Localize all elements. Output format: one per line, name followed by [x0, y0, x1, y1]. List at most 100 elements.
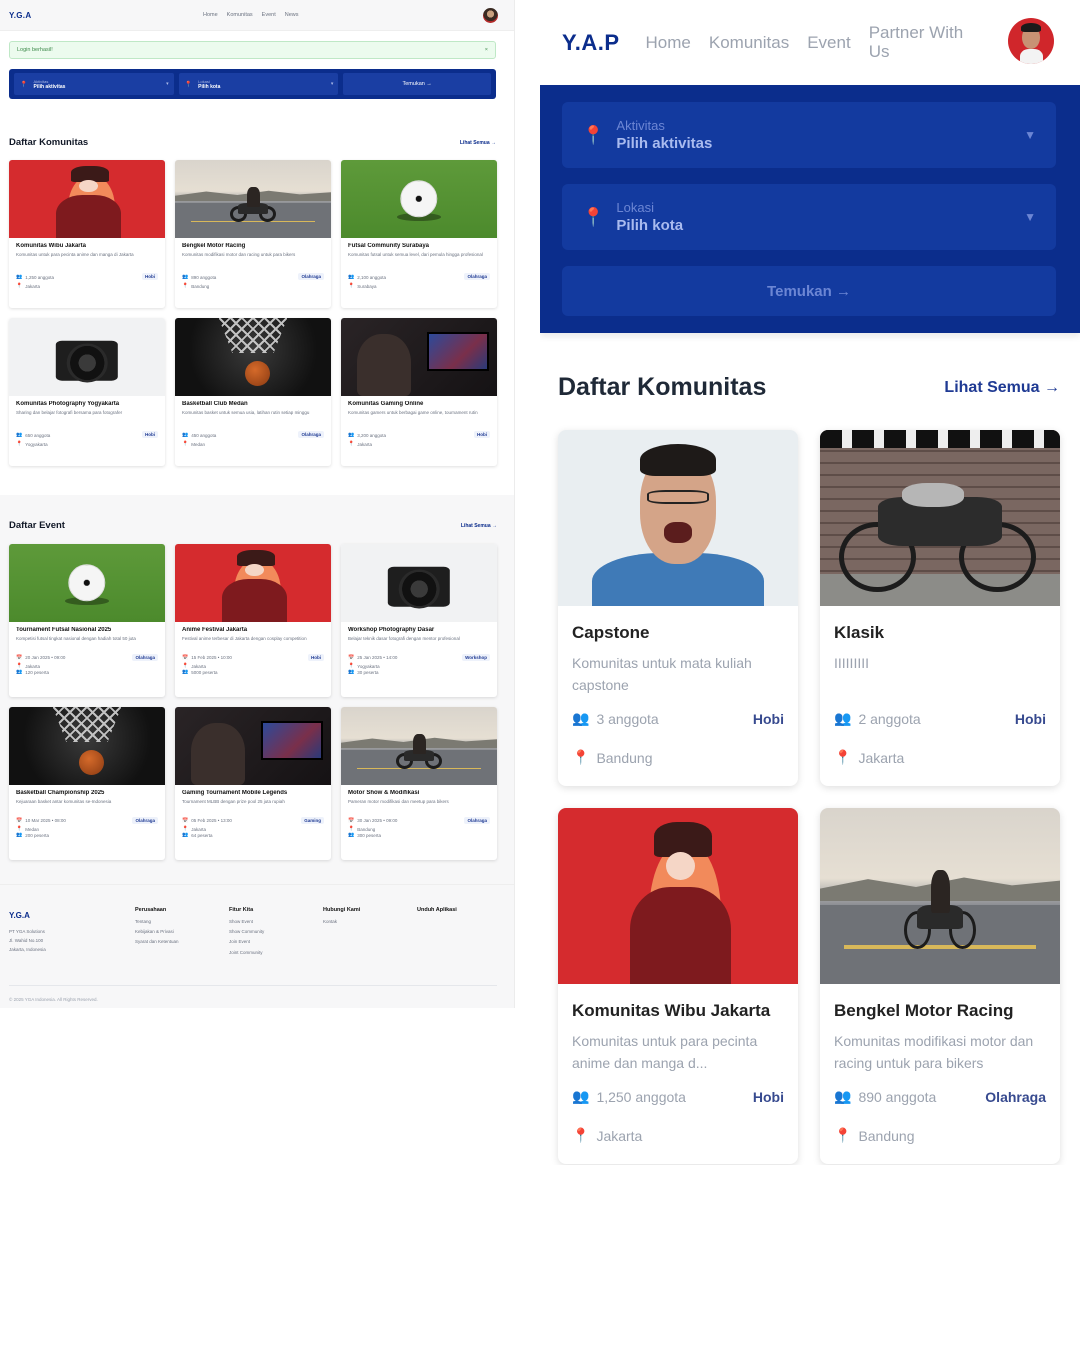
card-image: [175, 318, 331, 396]
event-card[interactable]: Anime Festival Jakarta Festival anime te…: [175, 544, 331, 697]
footer-link[interactable]: Syarat dan Ketentuan: [135, 937, 229, 947]
community-card[interactable]: Basketball Club Medan Komunitas basket u…: [175, 318, 331, 466]
footer-link[interactable]: Kebijakan & Privasi: [135, 927, 229, 937]
community-card[interactable]: Bengkel Motor Racing Komunitas modifikas…: [175, 160, 331, 308]
komunitas-grid: Komunitas Wibu Jakarta Komunitas untuk p…: [0, 160, 514, 466]
address-line: PT YGA Solutions: [9, 929, 45, 935]
activity-select[interactable]: 📍 Aktivitas Pilih aktivitas ▼: [562, 102, 1056, 168]
activity-value: Pilih aktivitas: [616, 135, 713, 152]
community-card[interactable]: Komunitas Photography Yogyakarta Sharing…: [9, 318, 165, 466]
event-date: 30 Jan 2025 • 09:00: [357, 818, 398, 823]
card-location: Surabaya: [357, 283, 377, 289]
navbar: Y.A.P Home Komunitas Event Partner With …: [540, 0, 1080, 85]
section-title: Daftar Event: [9, 520, 65, 531]
location-select[interactable]: 📍 Lokasi Pilih kota ▼: [562, 184, 1056, 250]
card-location: Bandung: [357, 826, 376, 832]
card-image: [175, 544, 331, 622]
card-image: [175, 707, 331, 785]
logo[interactable]: Y.G.A: [9, 11, 31, 20]
close-icon[interactable]: ×: [485, 47, 488, 53]
event-card[interactable]: Basketball Championship 2025 Kejuaraan b…: [9, 707, 165, 860]
event-card[interactable]: Motor Show & Modifikasi Pameran motor mo…: [341, 707, 497, 860]
card-description: Komunitas untuk mata kuliah capstone: [572, 655, 752, 694]
nav-partner[interactable]: Partner With Us: [869, 23, 969, 61]
footer-link[interactable]: Joint Community: [229, 948, 323, 958]
nav-home[interactable]: Home: [203, 12, 218, 18]
pin-icon: 📍: [182, 441, 189, 447]
avatar[interactable]: [483, 8, 498, 23]
community-card[interactable]: Klasik IIIIIIIII 👥 2 anggota Hobi 📍 Jakart…: [820, 430, 1060, 786]
card-title: Anime Festival Jakarta: [182, 627, 248, 633]
location-select[interactable]: 📍 Lokasi Pilih kota ▾: [178, 73, 339, 95]
card-title: Basketball Championship 2025: [16, 790, 105, 796]
nav-komunitas[interactable]: Komunitas: [709, 33, 789, 53]
members-icon: 👥: [348, 274, 355, 280]
address-line: Jl. Wahid No.100: [9, 938, 44, 944]
category-badge: Olahraga: [132, 817, 158, 824]
card-location: Jakarta: [357, 441, 372, 447]
community-card[interactable]: Komunitas Wibu Jakarta Komunitas untuk p…: [558, 808, 798, 1164]
find-button[interactable]: Temukan →: [562, 266, 1056, 316]
card-description: Pameran motor modifikasi dan meetup para…: [348, 799, 449, 804]
community-card[interactable]: Komunitas Wibu Jakarta Komunitas untuk p…: [9, 160, 165, 308]
calendar-icon: 📅: [16, 654, 23, 661]
find-button[interactable]: Temukan →: [343, 73, 492, 95]
logo[interactable]: Y.A.P: [562, 30, 620, 56]
footer-brand: Y.G.A PT YGA Solutions Jl. Wahid No.100 …: [9, 907, 135, 958]
member-count: 890 anggota: [191, 274, 217, 280]
footer-link[interactable]: Join Event: [229, 937, 323, 947]
category-badge: Olahraga: [132, 654, 158, 661]
card-description: Komunitas basket untuk semua usia, latih…: [182, 410, 310, 415]
footer-link[interactable]: Show Community: [229, 927, 323, 937]
nav-event[interactable]: Event: [807, 33, 850, 53]
success-alert: Login berhasil! ×: [9, 41, 496, 59]
card-description: Komunitas modifikasi motor dan racing un…: [182, 252, 296, 257]
card-description: Sharing dan belajar fotografi bersama pa…: [16, 410, 123, 415]
activity-select[interactable]: 📍 Aktivitas Pilih aktivitas ▾: [14, 73, 174, 95]
see-all-link[interactable]: Lihat Semua →: [461, 523, 497, 529]
nav-event[interactable]: Event: [262, 12, 276, 18]
chevron-down-icon: ▾: [330, 81, 334, 87]
event-card[interactable]: Workshop Photography Dasar Belajar tekni…: [341, 544, 497, 697]
pin-icon: 📍: [572, 1127, 590, 1144]
footer-column-title: Fitur Kita: [229, 907, 254, 913]
pin-icon: 📍: [184, 81, 193, 88]
footer-link[interactable]: Kontak: [323, 917, 417, 927]
nav-news[interactable]: News: [285, 12, 299, 18]
card-image: [820, 430, 1060, 606]
community-card[interactable]: Bengkel Motor Racing Komunitas modifikas…: [820, 808, 1060, 1164]
category-badge: Olahraga: [298, 430, 324, 438]
pin-icon: 📍: [582, 206, 605, 227]
nav-komunitas[interactable]: Komunitas: [227, 12, 253, 18]
community-card[interactable]: Capstone Komunitas untuk mata kuliah cap…: [558, 430, 798, 786]
card-description: IIIIIIIII: [834, 655, 870, 672]
see-all-link[interactable]: Lihat Semua →: [944, 379, 1060, 397]
card-description: Komunitas untuk para pecinta anime dan m…: [572, 1033, 758, 1072]
pin-icon: 📍: [834, 749, 852, 766]
event-card[interactable]: Gaming Tournament Mobile Legends Tournam…: [175, 707, 331, 860]
category-badge: Olahraga: [464, 817, 490, 824]
card-image: [558, 808, 798, 984]
card-location: Jakarta: [25, 283, 40, 289]
avatar[interactable]: [1008, 18, 1054, 64]
footer-link[interactable]: Tentang: [135, 917, 229, 927]
footer-link[interactable]: Show Event: [229, 917, 323, 927]
participants-icon: 👥: [16, 832, 23, 838]
footer-logo: Y.G.A: [9, 911, 30, 920]
see-all-link[interactable]: Lihat Semua →: [460, 140, 496, 146]
card-location: Bandung: [858, 1127, 915, 1144]
nav-home[interactable]: Home: [646, 33, 691, 53]
chevron-down-icon: ▼: [1024, 210, 1036, 224]
community-card[interactable]: Futsal Community Surabaya Komunitas futs…: [341, 160, 497, 308]
card-location: Yogyakarta: [357, 663, 380, 669]
event-date: 25 Jan 2025 • 14:00: [357, 655, 398, 660]
participant-count: 200 peserta: [25, 832, 50, 838]
card-title: Komunitas Wibu Jakarta: [572, 1001, 771, 1020]
event-card[interactable]: Tournament Futsal Nasional 2025 Kompetis…: [9, 544, 165, 697]
copyright: © 2025 YGA Indonesia. All Rights Reserve…: [9, 985, 497, 1002]
card-description: Komunitas futsal untuk semua level, dari…: [348, 252, 483, 257]
category-badge: Workshop: [462, 654, 490, 661]
event-date: 10 Mar 2025 • 08:00: [25, 818, 66, 823]
community-card[interactable]: Komunitas Gaming Online Komunitas gamers…: [341, 318, 497, 466]
card-description: Kejuaraan basket antar komunitas se-Indo…: [16, 799, 112, 804]
